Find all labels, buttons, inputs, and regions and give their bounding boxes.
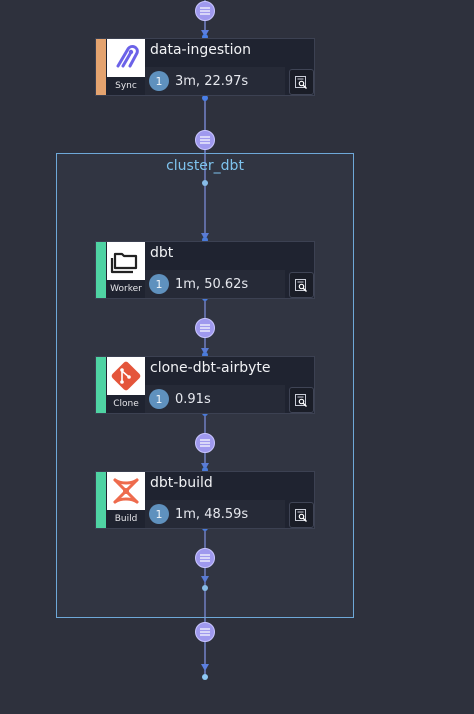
view-logs-button[interactable] <box>289 387 314 413</box>
lane-marker-icon[interactable] <box>195 1 215 21</box>
node-metrics: 1 1m, 50.62s <box>145 270 285 298</box>
node-data-ingestion[interactable]: Sync data-ingestion 1 3m, 22.97s <box>95 38 315 96</box>
node-kind-badge: Build <box>107 510 145 528</box>
lane-marker-icon[interactable] <box>195 433 215 453</box>
list-icon <box>200 554 210 562</box>
list-icon <box>200 136 210 144</box>
airbyte-logo-icon <box>116 44 139 68</box>
list-icon <box>200 324 210 332</box>
node-type-stripe <box>96 472 106 528</box>
run-count-badge: 1 <box>149 71 169 91</box>
view-logs-button[interactable] <box>289 502 314 528</box>
node-title: dbt <box>150 245 174 261</box>
node-icon-box: Worker <box>107 242 145 298</box>
list-icon <box>200 628 210 636</box>
node-type-stripe <box>96 242 106 298</box>
logs-search-icon <box>295 393 307 407</box>
node-icon-box: Clone <box>107 357 145 413</box>
run-count-badge: 1 <box>149 274 169 294</box>
run-duration: 1m, 50.62s <box>175 276 249 292</box>
node-metrics: 1 1m, 48.59s <box>145 500 285 528</box>
logs-search-icon <box>295 278 307 292</box>
node-title: clone-dbt-airbyte <box>150 360 271 376</box>
edge-arrowhead <box>201 664 209 671</box>
dbt-logo-icon <box>113 478 139 504</box>
node-icon-box: Sync <box>107 39 145 95</box>
logs-search-icon <box>295 75 307 89</box>
git-logo-icon <box>111 361 141 391</box>
list-icon <box>200 7 210 15</box>
view-logs-button[interactable] <box>289 69 314 95</box>
cluster-label: cluster_dbt <box>166 158 244 174</box>
node-type-stripe <box>96 39 106 95</box>
view-logs-button[interactable] <box>289 272 314 298</box>
run-count-badge: 1 <box>149 389 169 409</box>
node-title: data-ingestion <box>150 42 251 58</box>
edge-port <box>202 674 208 680</box>
node-kind-badge: Clone <box>107 395 145 413</box>
node-clone-dbt-airbyte[interactable]: Clone clone-dbt-airbyte 1 0.91s <box>95 356 315 414</box>
lane-marker-icon[interactable] <box>195 130 215 150</box>
lane-marker-icon[interactable] <box>195 548 215 568</box>
logs-search-icon <box>295 508 307 522</box>
node-type-stripe <box>96 357 106 413</box>
run-duration: 0.91s <box>175 391 211 407</box>
node-title: dbt-build <box>150 475 213 491</box>
list-icon <box>200 439 210 447</box>
node-kind-badge: Worker <box>107 280 145 298</box>
node-metrics: 1 3m, 22.97s <box>145 67 285 95</box>
run-duration: 1m, 48.59s <box>175 506 249 522</box>
lane-marker-icon[interactable] <box>195 318 215 338</box>
node-kind-badge: Sync <box>107 77 145 95</box>
node-metrics: 1 0.91s <box>145 385 285 413</box>
node-icon-box: Build <box>107 472 145 528</box>
run-duration: 3m, 22.97s <box>175 73 249 89</box>
run-count-badge: 1 <box>149 504 169 524</box>
folders-icon <box>110 252 138 274</box>
node-dbt-build[interactable]: Build dbt-build 1 1m, 48.59s <box>95 471 315 529</box>
lane-marker-icon[interactable] <box>195 622 215 642</box>
node-dbt[interactable]: Worker dbt 1 1m, 50.62s <box>95 241 315 299</box>
